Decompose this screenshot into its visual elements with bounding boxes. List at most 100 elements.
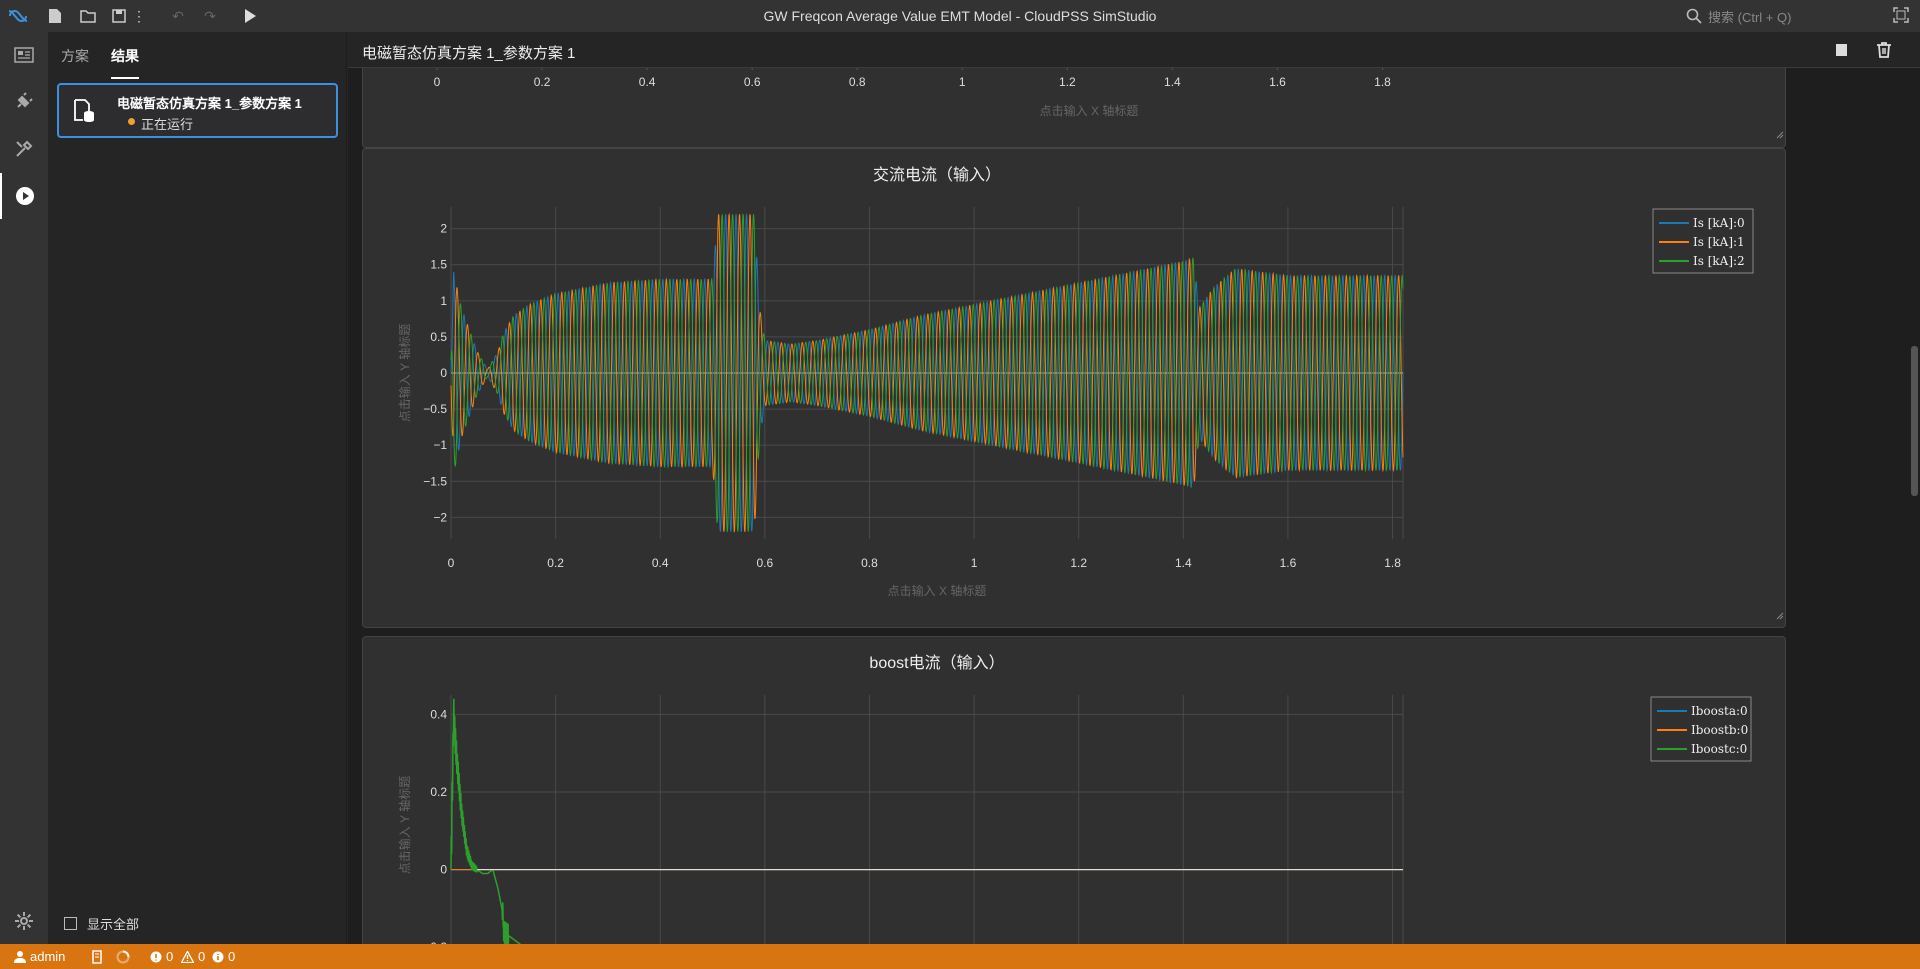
gear-icon[interactable] <box>0 898 48 944</box>
warning-count-value: 0 <box>198 949 206 964</box>
x-tick-label: 0.2 <box>534 75 551 89</box>
info-icon <box>212 951 224 962</box>
open-folder-icon[interactable] <box>76 4 100 28</box>
x-tick-label: 1.8 <box>1374 75 1391 89</box>
user-indicator[interactable]: admin <box>14 944 65 969</box>
x-tick-label: 1.2 <box>1070 556 1087 570</box>
y-axis-title: 点击输入 Y 轴标题 <box>397 324 412 422</box>
legend-label: Is [kA]:2 <box>1693 254 1745 268</box>
x-tick-label: 0.8 <box>861 556 878 570</box>
run-results-icon[interactable] <box>0 173 48 219</box>
x-tick-label: 1.4 <box>1175 556 1192 570</box>
save-icon[interactable] <box>107 4 131 28</box>
search-box[interactable]: 搜索 (Ctrl + Q) <box>1686 5 1870 27</box>
run-icon[interactable] <box>238 4 262 28</box>
series-line-iboostc-0 <box>450 698 522 944</box>
chart-title: boost电流（输入） <box>869 654 1004 672</box>
x-tick-label: 1.6 <box>1280 556 1297 570</box>
main-area: 电磁暂态仿真方案 1_参数方案 1 0 0.2 0.4 0.6 0.8 1 1.2 1.4 1.… <box>348 32 1920 944</box>
run-result-item[interactable]: 电磁暂态仿真方案 1_参数方案 1 正在运行 <box>57 83 338 138</box>
scrollbar-thumb[interactable] <box>1911 346 1918 496</box>
search-placeholder: 搜索 (Ctrl + Q) <box>1708 9 1792 25</box>
x-tick-label: 1.2 <box>1059 75 1076 89</box>
y-tick-label: 0 <box>440 863 447 877</box>
scrollbar-track[interactable] <box>1910 68 1920 944</box>
x-axis-title: 点击输入 X 轴标题 <box>888 583 987 598</box>
window-title: GW Freqcon Average Value EMT Model - Clo… <box>763 8 1157 24</box>
run-status: 正在运行 <box>141 117 194 132</box>
tools-icon[interactable] <box>0 126 48 172</box>
title-bar: ⋮ ↶ ↷ GW Freqcon Average Value EMT Model… <box>0 0 1920 32</box>
tab-results[interactable]: 结果 <box>111 46 139 66</box>
loading-icon <box>116 944 130 969</box>
legend-label: Iboosta:0 <box>1691 704 1748 718</box>
x-tick-label: 1.6 <box>1269 75 1286 89</box>
y-tick-label: −1.5 <box>423 474 447 488</box>
y-axis-title: 点击输入 Y 轴标题 <box>397 776 412 874</box>
tab-schemes[interactable]: 方案 <box>61 46 89 66</box>
x-tick-label: 0 <box>434 75 441 89</box>
username: admin <box>30 949 66 964</box>
status-bar: admin 0 0 0 <box>0 944 1920 969</box>
logo-icon[interactable] <box>6 4 30 28</box>
warning-count[interactable]: 0 <box>181 944 205 969</box>
info-count[interactable]: 0 <box>212 944 235 969</box>
delete-icon[interactable] <box>1874 40 1894 60</box>
search-icon <box>1686 8 1702 24</box>
new-file-icon[interactable] <box>43 4 67 28</box>
database-icon <box>59 85 109 136</box>
chart-boost-current[interactable]: boost电流（输入）0.40.20−0.2点击输入 Y 轴标题Iboosta:… <box>363 637 1787 944</box>
chart-ac-current[interactable]: 交流电流（输入） 0 0.2 0.4 0.6 0.8 1 1.2 1.4 1.6 1.8 2 1.5 1 0… <box>363 149 1787 629</box>
error-count[interactable]: 0 <box>150 944 173 969</box>
y-tick-label: 0.2 <box>430 785 447 799</box>
x-tick-label: 0.4 <box>639 75 656 89</box>
y-tick-label: 0 <box>440 366 447 380</box>
error-count-value: 0 <box>166 949 174 964</box>
y-tick-label: 0.4 <box>430 707 447 721</box>
x-tick-label: 0.4 <box>652 556 669 570</box>
x-tick-label: 0.2 <box>547 556 564 570</box>
more-icon[interactable]: ⋮ <box>132 4 146 28</box>
info-count-value: 0 <box>228 949 236 964</box>
show-all-toggle[interactable]: 显示全部 <box>64 914 139 933</box>
y-tick-label: 2 <box>440 222 447 236</box>
y-tick-label: 1 <box>440 294 447 308</box>
chart-panel-ac-current: 交流电流（输入） 0 0.2 0.4 0.6 0.8 1 1.2 1.4 1.6 1.8 2 1.5 1 0… <box>362 148 1786 628</box>
main-header: 电磁暂态仿真方案 1_参数方案 1 <box>348 32 1920 68</box>
x-tick-label: 0.6 <box>757 556 774 570</box>
warning-icon <box>181 950 194 963</box>
legend-label: Iboostc:0 <box>1691 742 1747 756</box>
error-icon <box>150 951 162 962</box>
device-icon[interactable] <box>92 944 102 969</box>
x-tick-label: 1 <box>959 75 966 89</box>
y-tick-label: 1.5 <box>430 258 447 272</box>
activity-bar <box>0 32 48 944</box>
side-panel: 方案 结果 电磁暂态仿真方案 1_参数方案 1 正在运行 显示全部 <box>48 32 347 944</box>
overview-icon[interactable] <box>0 32 48 78</box>
plugin-icon[interactable] <box>0 78 48 124</box>
stop-icon[interactable] <box>1832 40 1852 60</box>
x-axis-title: 点击输入 X 轴标题 <box>1040 103 1139 118</box>
fullscreen-icon[interactable] <box>1892 6 1912 26</box>
x-tick-label: 1 <box>971 556 978 570</box>
page-title: 电磁暂态仿真方案 1_参数方案 1 <box>362 45 576 62</box>
legend-label: Iboostb:0 <box>1691 723 1748 737</box>
previous-chart-axis: 0 0.2 0.4 0.6 0.8 1 1.2 1.4 1.6 1.8 点击输入 X 轴标题 <box>434 68 1784 139</box>
tab-underline <box>111 77 139 79</box>
legend-label: Is [kA]:0 <box>1693 216 1745 230</box>
previous-chart-panel: 0 0.2 0.4 0.6 0.8 1 1.2 1.4 1.6 1.8 点击输入 X 轴标题 <box>362 68 1786 148</box>
y-tick-label: 0.5 <box>430 330 447 344</box>
x-tick-label: 1.8 <box>1384 556 1401 570</box>
resize-handle-icon <box>1776 612 1784 620</box>
x-tick-label: 1.4 <box>1164 75 1181 89</box>
redo-icon[interactable]: ↷ <box>198 4 222 28</box>
x-tick-label: 0.8 <box>849 75 866 89</box>
show-all-label: 显示全部 <box>87 917 140 932</box>
status-dot <box>128 118 135 125</box>
chart-panel-boost-current: boost电流（输入）0.40.20−0.2点击输入 Y 轴标题Iboosta:… <box>362 636 1786 944</box>
undo-icon[interactable]: ↶ <box>166 4 190 28</box>
show-all-checkbox[interactable] <box>64 917 77 930</box>
run-name: 电磁暂态仿真方案 1_参数方案 1 <box>117 96 302 111</box>
x-tick-label: 0 <box>448 556 455 570</box>
user-icon <box>14 951 26 963</box>
